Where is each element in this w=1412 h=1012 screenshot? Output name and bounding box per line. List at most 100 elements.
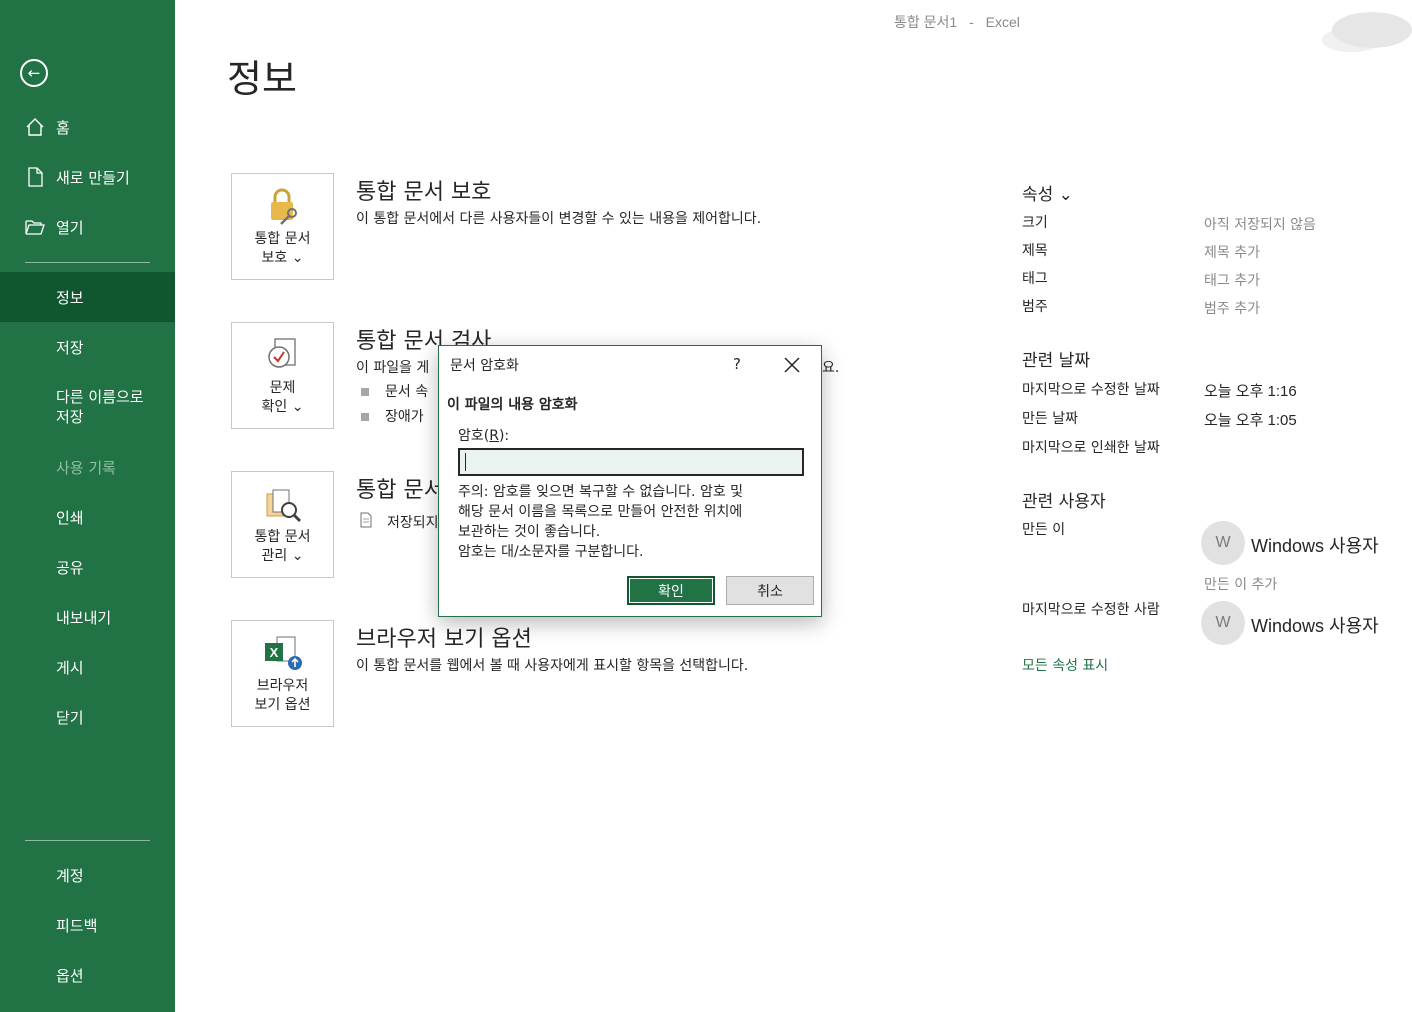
nav-new-label: 새로 만들기 [56,168,130,187]
prop-title-label: 제목 [1022,243,1048,259]
last-modified-value: 오늘 오후 1:16 [1204,383,1297,400]
related-dates-header: 관련 날짜 [1022,351,1090,371]
back-arrow-icon[interactable]: ← [20,59,48,87]
help-icon[interactable]: ? [729,355,745,373]
author-label: 만든 이 [1022,522,1066,538]
browser-view-options-button[interactable]: X 브라우저 보기 옵션 [231,620,334,727]
modified-by-name[interactable]: Windows 사용자 [1251,612,1379,638]
show-all-properties-link[interactable]: 모든 속성 표시 [1022,655,1108,675]
password-input[interactable] [458,448,804,476]
folder-open-icon [25,220,45,235]
nav-home-label: 홈 [56,118,70,137]
inspect-bullet: 문서 속 [361,381,428,401]
sidebar-divider [25,840,150,841]
modified-by-avatar: W [1201,601,1245,645]
manage-workbook-label: 통합 문서 관리 ⌄ [254,529,311,564]
nav-save-as[interactable]: 다른 이름으로 저장 [0,377,175,437]
nav-home[interactable]: 홈 [0,102,175,152]
nav-print[interactable]: 인쇄 [0,492,175,542]
author-name[interactable]: Windows 사용자 [1251,532,1379,558]
nav-print-label: 인쇄 [56,508,84,527]
new-document-icon [28,167,43,187]
protect-section-desc: 이 통합 문서에서 다른 사용자들이 변경할 수 있는 내용을 제어합니다. [356,211,762,227]
password-label-prefix: 암호( [458,428,490,444]
created-label: 만든 날짜 [1022,411,1078,427]
protect-workbook-label: 통합 문서 보호 ⌄ [254,231,311,266]
ok-button[interactable]: 확인 [627,576,715,605]
nav-open-label: 열기 [56,218,84,237]
manage-versions-icon [266,489,301,523]
nav-new[interactable]: 새로 만들기 [0,152,175,202]
title-separator: - [969,14,974,30]
related-people-header: 관련 사용자 [1022,492,1106,512]
nav-options-label: 옵션 [56,966,84,985]
nav-account[interactable]: 계정 [0,850,175,900]
browser-view-options-label: 브라우저 보기 옵션 [254,678,311,713]
password-warning-note: 주의: 암호를 잊으면 복구할 수 없습니다. 암호 및 해당 문서 이름을 목… [458,484,744,560]
properties-header[interactable]: 속성 ⌄ [1022,180,1073,205]
last-modified-label: 마지막으로 수정한 날짜 [1022,382,1160,398]
browser-section-title: 브라우저 보기 옵션 [356,627,532,652]
password-label-accesskey: R [489,428,499,444]
check-issues-label: 문제 확인 ⌄ [261,380,304,415]
close-icon[interactable] [782,355,802,375]
nav-feedback[interactable]: 피드백 [0,900,175,950]
nav-close[interactable]: 닫기 [0,692,175,742]
nav-export[interactable]: 내보내기 [0,592,175,642]
nav-publish-label: 게시 [56,658,84,677]
inspect-bullet-text: 장애가 [385,409,424,425]
add-author-link[interactable]: 만든 이 추가 [1204,574,1277,594]
cloud-decoration [1322,12,1412,52]
bullet-square [361,388,369,396]
author-avatar: W [1201,521,1245,565]
encrypt-document-dialog: 문서 암호화 ? 이 파일의 내용 암호화 암호(R): 주의: 암호를 잊으면… [438,345,822,617]
inspect-section-desc-tail: 요. [822,360,840,376]
created-value: 오늘 오후 1:05 [1204,412,1297,429]
svg-text:X: X [269,645,278,660]
nav-share[interactable]: 공유 [0,542,175,592]
inspect-bullet-text: 문서 속 [385,384,429,400]
last-modified-by-label: 마지막으로 수정한 사람 [1022,602,1160,618]
dialog-heading: 이 파일의 내용 암호화 [447,397,578,413]
check-issues-button[interactable]: 문제 확인 ⌄ [231,322,334,429]
nav-options[interactable]: 옵션 [0,950,175,1000]
nav-info[interactable]: 정보 [0,272,175,322]
prop-category-label: 범주 [1022,299,1048,315]
nav-save[interactable]: 저장 [0,322,175,372]
page-title: 정보 [227,57,297,101]
lock-key-icon [270,188,297,225]
document-icon [360,512,372,528]
excel-browser-icon: X [264,636,302,670]
prop-tags-value[interactable]: 태그 추가 [1204,270,1260,290]
manage-section-desc: 저장되지 [387,515,439,531]
nav-feedback-label: 피드백 [56,916,98,935]
dialog-title: 문서 암호화 [450,358,519,374]
prop-title-value[interactable]: 제목 추가 [1204,242,1260,262]
nav-publish[interactable]: 게시 [0,642,175,692]
password-label: 암호(R): [458,425,509,445]
prop-tags-label: 태그 [1022,271,1048,287]
nav-export-label: 내보내기 [56,608,112,627]
manage-section-title: 통합 문서 [356,478,444,503]
nav-save-as-label: 다른 이름으로 저장 [56,388,144,426]
sidebar-divider [25,262,150,263]
browser-section-desc: 이 통합 문서를 웹에서 볼 때 사용자에게 표시할 항목을 선택합니다. [356,658,749,674]
nav-open[interactable]: 열기 [0,202,175,252]
protect-section-title: 통합 문서 보호 [356,180,492,205]
nav-share-label: 공유 [56,558,84,577]
inspect-section-desc: 이 파일을 게 [356,360,430,376]
prop-size-label: 크기 [1022,215,1048,231]
protect-workbook-button[interactable]: 통합 문서 보호 ⌄ [231,173,334,280]
cancel-button[interactable]: 취소 [726,576,814,605]
nav-account-label: 계정 [56,866,84,885]
window-title: 통합 문서1 - Excel [894,12,1020,32]
inspect-bullet: 장애가 [361,406,424,426]
nav-save-label: 저장 [56,338,84,357]
prop-category-value[interactable]: 범주 추가 [1204,298,1260,318]
nav-history-label: 사용 기록 [56,458,116,477]
bullet-square [361,413,369,421]
nav-history: 사용 기록 [0,442,175,492]
manage-workbook-button[interactable]: 통합 문서 관리 ⌄ [231,471,334,578]
password-label-suffix: ): [498,428,510,444]
last-printed-label: 마지막으로 인쇄한 날짜 [1022,440,1160,456]
